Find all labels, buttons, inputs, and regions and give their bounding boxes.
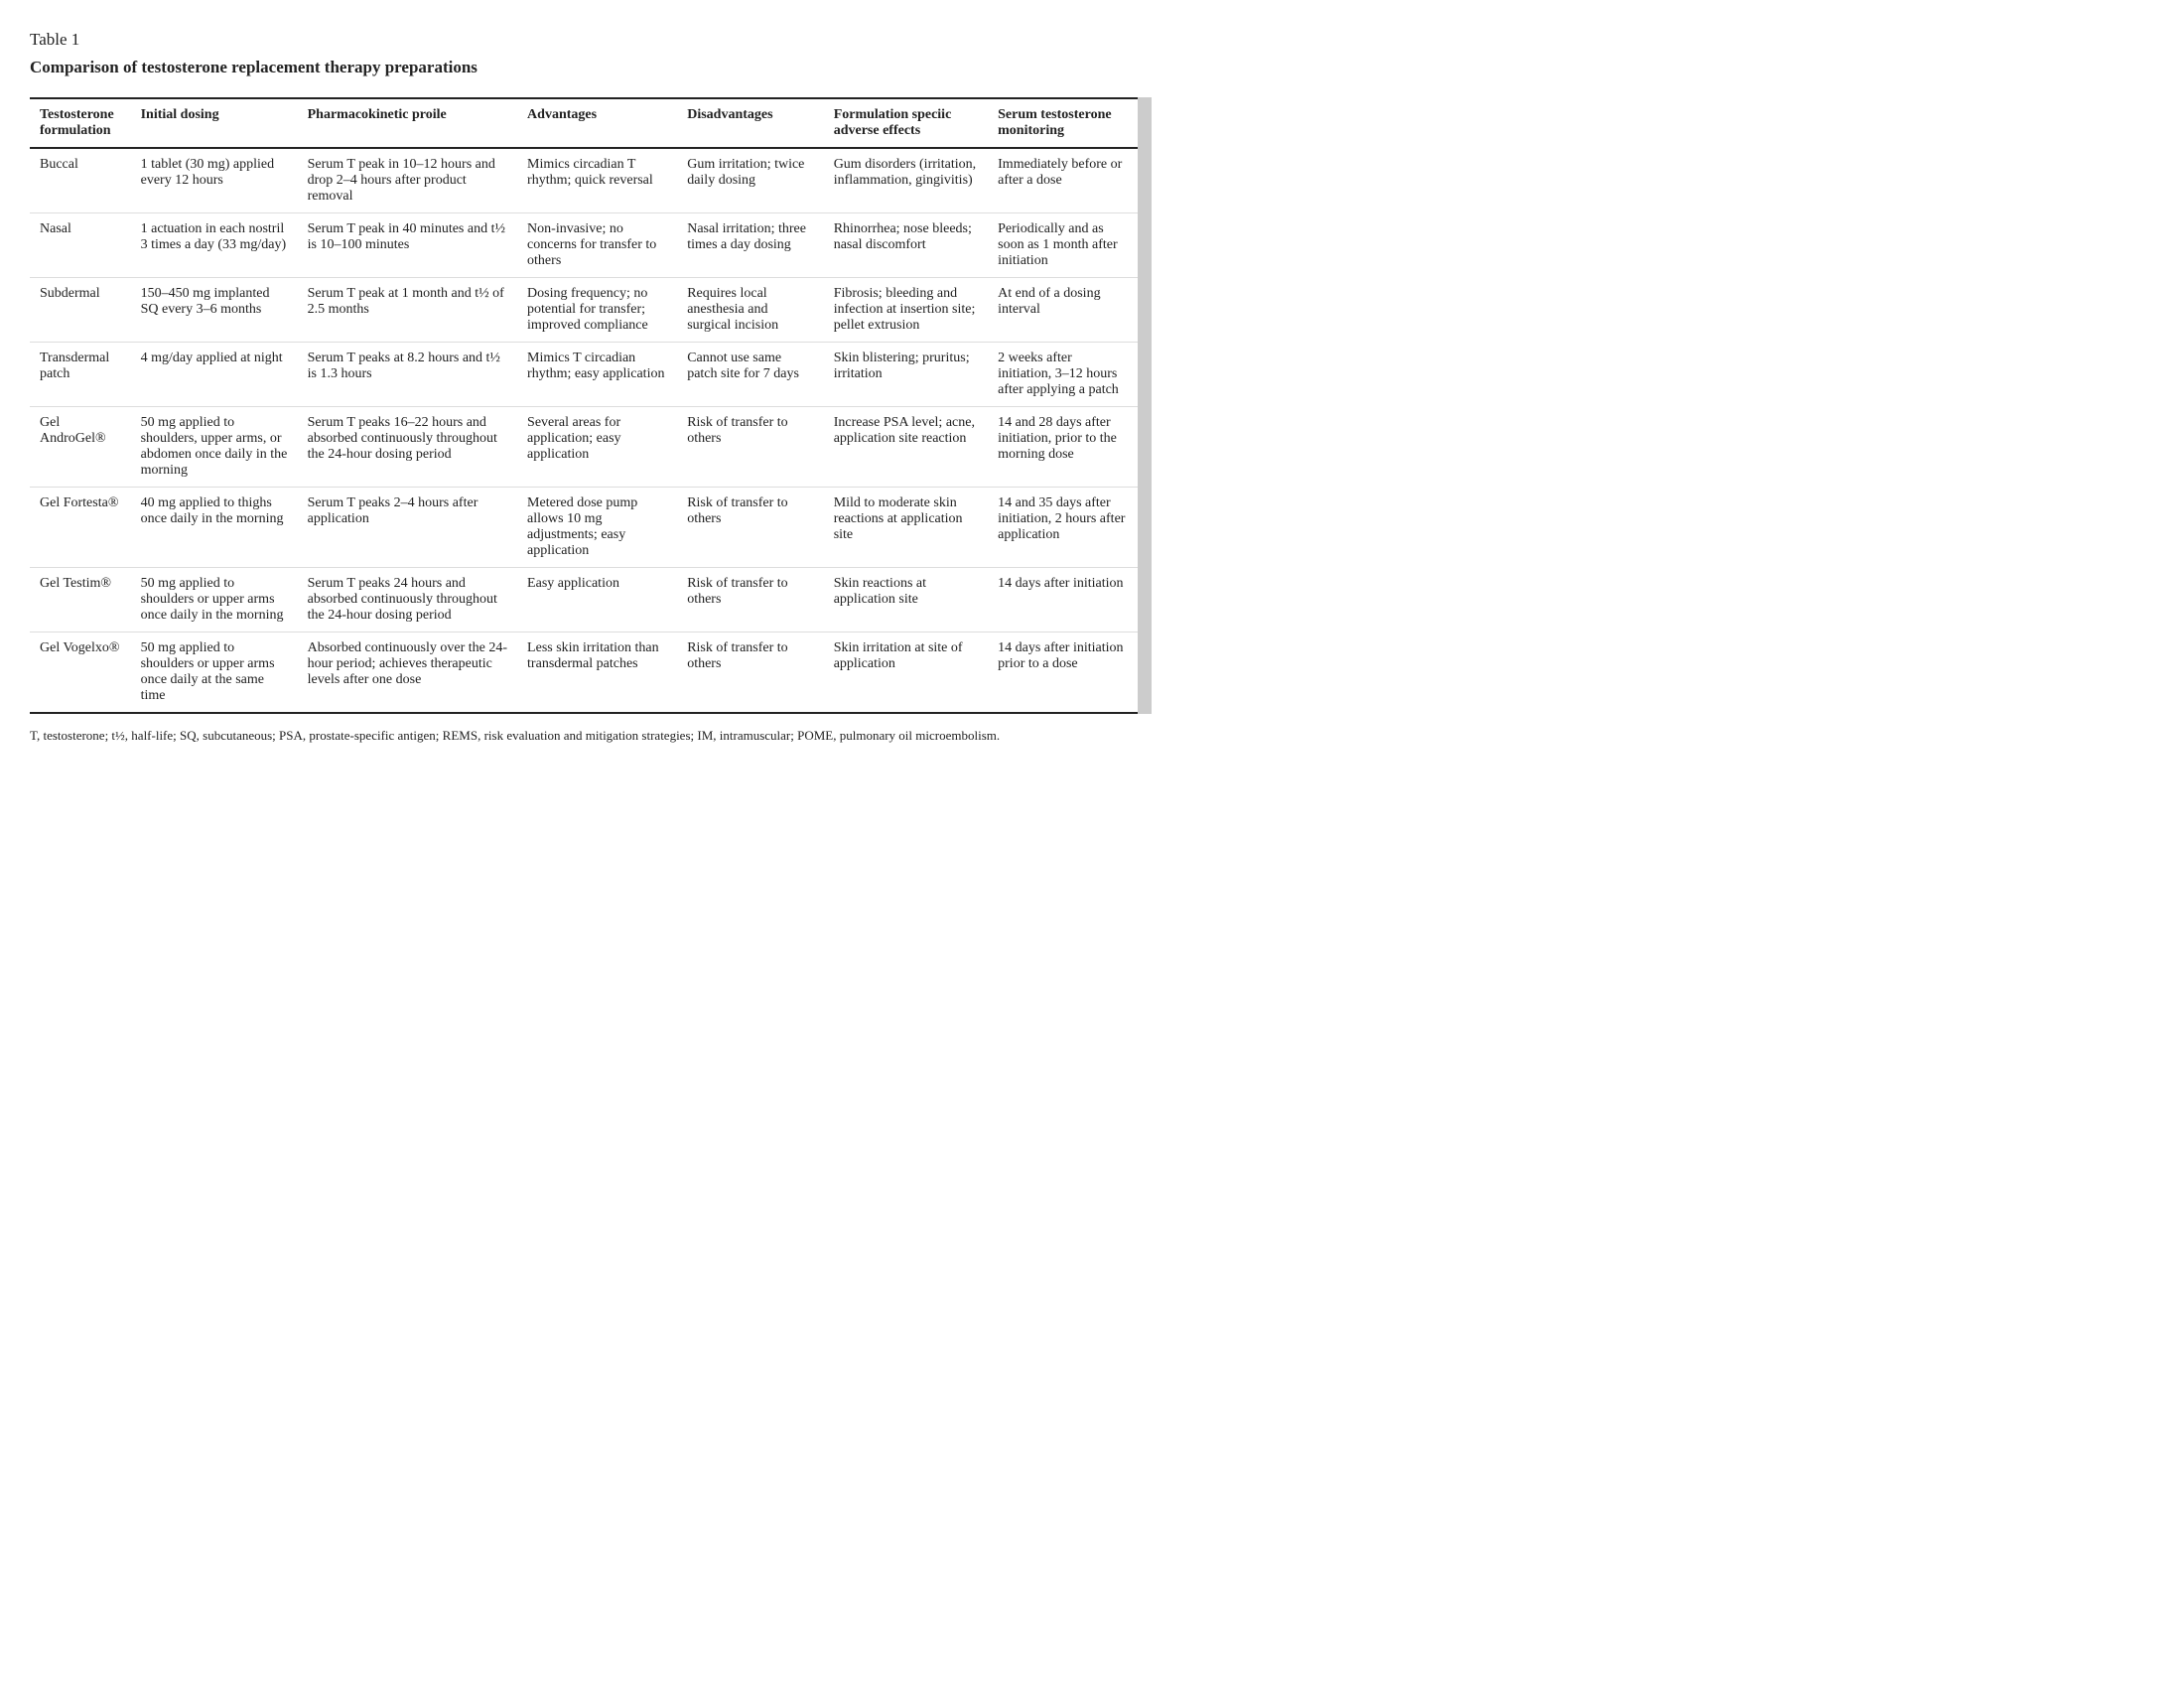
cell-r0-c5: Gum disorders (irritation, inflammation,… xyxy=(824,148,988,213)
cell-r3-c1: 4 mg/day applied at night xyxy=(131,343,298,407)
cell-r5-c3: Metered dose pump allows 10 mg adjustmen… xyxy=(517,488,677,568)
cell-r5-c2: Serum T peaks 2–4 hours after applicatio… xyxy=(298,488,517,568)
cell-r7-c4: Risk of transfer to others xyxy=(677,633,823,714)
cell-r0-c0: Buccal xyxy=(30,148,131,213)
cell-r2-c6: At end of a dosing interval xyxy=(988,278,1138,343)
cell-r4-c3: Several areas for application; easy appl… xyxy=(517,407,677,488)
cell-r7-c0: Gel Vogelxo® xyxy=(30,633,131,714)
cell-r6-c1: 50 mg applied to shoulders or upper arms… xyxy=(131,568,298,633)
table-row: Gel Fortesta®40 mg applied to thighs onc… xyxy=(30,488,1138,568)
cell-r6-c4: Risk of transfer to others xyxy=(677,568,823,633)
cell-r7-c6: 14 days after initiation prior to a dose xyxy=(988,633,1138,714)
cell-r2-c0: Subdermal xyxy=(30,278,131,343)
col-header-adverse: Formulation speci​icadverse effects xyxy=(824,98,988,148)
cell-r4-c6: 14 and 28 days after initiation, prior t… xyxy=(988,407,1138,488)
cell-r1-c0: Nasal xyxy=(30,213,131,278)
col-header-pk: Pharmacokinetic pro​ile xyxy=(298,98,517,148)
cell-r6-c3: Easy application xyxy=(517,568,677,633)
table-number: Table 1 xyxy=(30,30,1152,50)
cell-r5-c5: Mild to moderate skin reactions at appli… xyxy=(824,488,988,568)
cell-r0-c6: Immediately before or after a dose xyxy=(988,148,1138,213)
table-row: Buccal1 tablet (30 mg) applied every 12 … xyxy=(30,148,1138,213)
cell-r4-c0: Gel AndroGel® xyxy=(30,407,131,488)
col-header-monitoring: Serum testosteronemonitoring xyxy=(988,98,1138,148)
cell-r1-c4: Nasal irritation; three times a day dosi… xyxy=(677,213,823,278)
cell-r1-c3: Non-invasive; no concerns for transfer t… xyxy=(517,213,677,278)
cell-r6-c0: Gel Testim® xyxy=(30,568,131,633)
cell-r2-c5: Fibrosis; bleeding and infection at inse… xyxy=(824,278,988,343)
cell-r7-c5: Skin irritation at site of application xyxy=(824,633,988,714)
cell-r5-c1: 40 mg applied to thighs once daily in th… xyxy=(131,488,298,568)
col-header-advantages: Advantages xyxy=(517,98,677,148)
table-row: Transdermal patch4 mg/day applied at nig… xyxy=(30,343,1138,407)
table-title: Comparison of testosterone replacement t… xyxy=(30,58,1152,77)
cell-r5-c0: Gel Fortesta® xyxy=(30,488,131,568)
cell-r2-c3: Dosing frequency; no potential for trans… xyxy=(517,278,677,343)
cell-r1-c6: Periodically and as soon as 1 month afte… xyxy=(988,213,1138,278)
cell-r1-c1: 1 actuation in each nostril 3 times a da… xyxy=(131,213,298,278)
cell-r7-c3: Less skin irritation than transdermal pa… xyxy=(517,633,677,714)
cell-r3-c6: 2 weeks after initiation, 3–12 hours aft… xyxy=(988,343,1138,407)
cell-r3-c5: Skin blistering; pruritus; irritation xyxy=(824,343,988,407)
cell-r4-c5: Increase PSA level; acne, application si… xyxy=(824,407,988,488)
footer-note: T, testosterone; t½, half-life; SQ, subc… xyxy=(30,728,1152,744)
cell-r3-c4: Cannot use same patch site for 7 days xyxy=(677,343,823,407)
cell-r2-c4: Requires local anesthesia and surgical i… xyxy=(677,278,823,343)
cell-r3-c3: Mimics T circadian rhythm; easy applicat… xyxy=(517,343,677,407)
col-header-formulation: Testosteroneformulation xyxy=(30,98,131,148)
table-row: Gel AndroGel®50 mg applied to shoulders,… xyxy=(30,407,1138,488)
table-row: Subdermal150–450 mg implanted SQ every 3… xyxy=(30,278,1138,343)
cell-r0-c1: 1 tablet (30 mg) applied every 12 hours xyxy=(131,148,298,213)
cell-r0-c3: Mimics circadian T rhythm; quick reversa… xyxy=(517,148,677,213)
cell-r5-c6: 14 and 35 days after initiation, 2 hours… xyxy=(988,488,1138,568)
comparison-table: Testosteroneformulation Initial dosing P… xyxy=(30,97,1138,714)
table-row: Nasal1 actuation in each nostril 3 times… xyxy=(30,213,1138,278)
table-row: Gel Vogelxo®50 mg applied to shoulders o… xyxy=(30,633,1138,714)
col-header-dosing: Initial dosing xyxy=(131,98,298,148)
cell-r2-c2: Serum T peak at 1 month and t½ of 2.5 mo… xyxy=(298,278,517,343)
cell-r7-c2: Absorbed continuously over the 24-hour p… xyxy=(298,633,517,714)
cell-r4-c1: 50 mg applied to shoulders, upper arms, … xyxy=(131,407,298,488)
cell-r6-c5: Skin reactions at application site xyxy=(824,568,988,633)
table-wrapper[interactable]: Testosteroneformulation Initial dosing P… xyxy=(30,97,1152,714)
cell-r1-c5: Rhinorrhea; nose bleeds; nasal discomfor… xyxy=(824,213,988,278)
cell-r4-c2: Serum T peaks 16–22 hours and absorbed c… xyxy=(298,407,517,488)
cell-r0-c4: Gum irritation; twice daily dosing xyxy=(677,148,823,213)
table-row: Gel Testim®50 mg applied to shoulders or… xyxy=(30,568,1138,633)
cell-r1-c2: Serum T peak in 40 minutes and t½ is 10–… xyxy=(298,213,517,278)
col-header-disadvantages: Disadvantages xyxy=(677,98,823,148)
cell-r3-c2: Serum T peaks at 8.2 hours and t½ is 1.3… xyxy=(298,343,517,407)
cell-r6-c6: 14 days after initiation xyxy=(988,568,1138,633)
cell-r6-c2: Serum T peaks 24 hours and absorbed cont… xyxy=(298,568,517,633)
cell-r0-c2: Serum T peak in 10–12 hours and drop 2–4… xyxy=(298,148,517,213)
cell-r3-c0: Transdermal patch xyxy=(30,343,131,407)
cell-r5-c4: Risk of transfer to others xyxy=(677,488,823,568)
cell-r2-c1: 150–450 mg implanted SQ every 3–6 months xyxy=(131,278,298,343)
cell-r4-c4: Risk of transfer to others xyxy=(677,407,823,488)
cell-r7-c1: 50 mg applied to shoulders or upper arms… xyxy=(131,633,298,714)
